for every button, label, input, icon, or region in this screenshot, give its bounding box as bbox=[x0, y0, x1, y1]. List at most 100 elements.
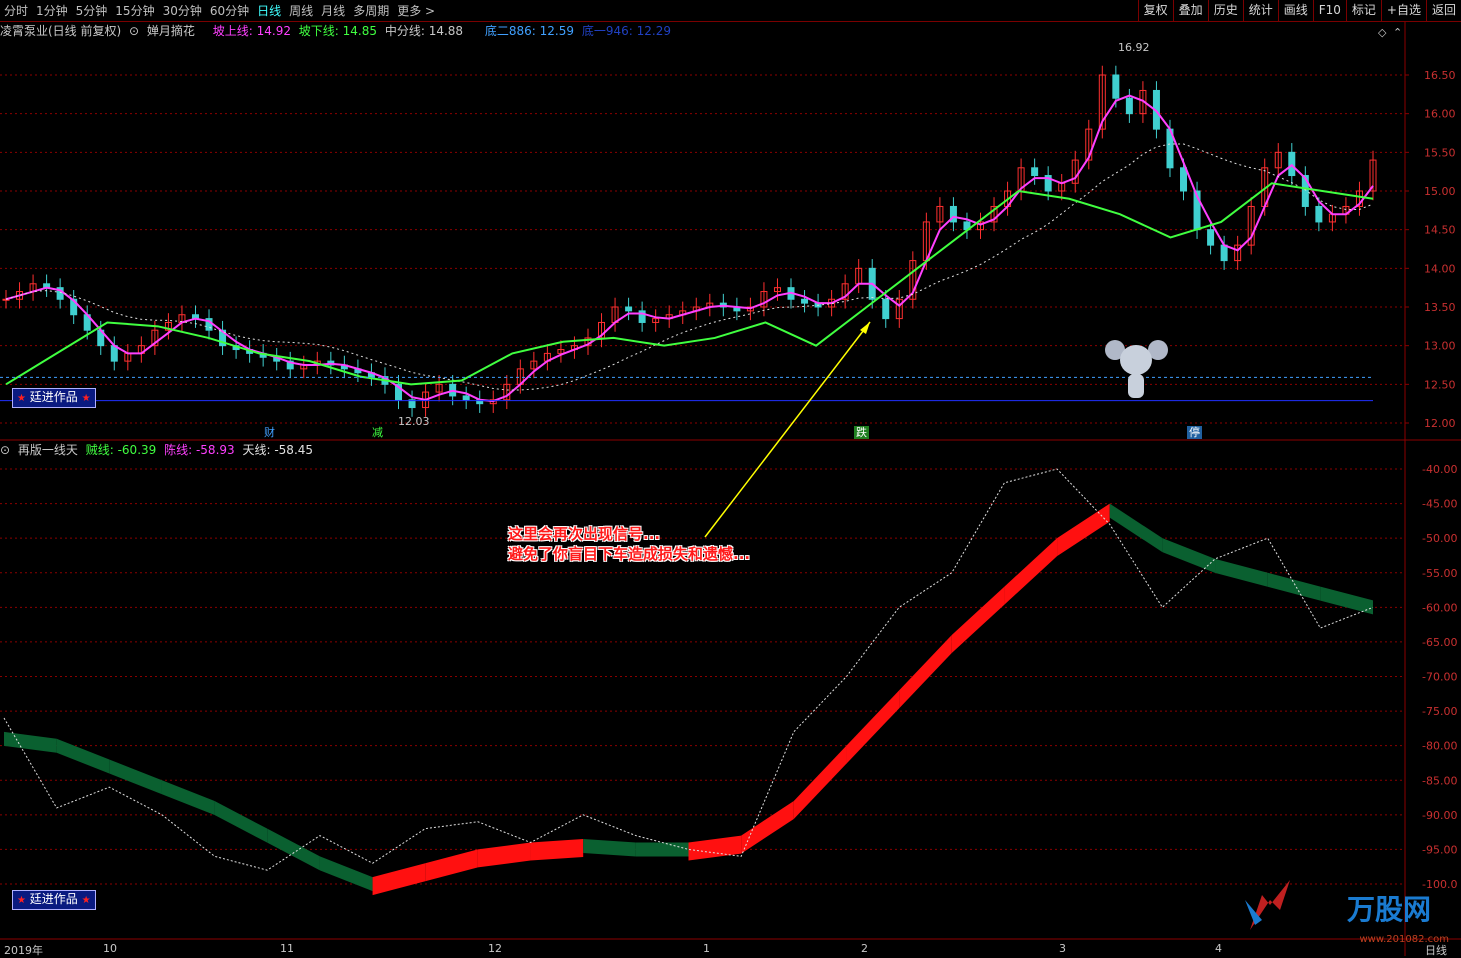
author-badge-main: ★ 廷进作品 ★ bbox=[12, 388, 96, 408]
period-tab[interactable]: 周线 bbox=[285, 0, 317, 22]
sub-line1-value: 贼线: -60.39 bbox=[85, 443, 157, 457]
candle-body bbox=[1288, 151, 1296, 177]
period-tab[interactable]: 多周期 bbox=[349, 0, 393, 22]
toolbar-buttons: 复权 叠加 历史 统计 画线 F10 标记 +自选 返回 bbox=[1137, 0, 1461, 22]
toolbar-button[interactable]: F10 bbox=[1312, 0, 1346, 22]
sub-tick-label: -50.00 bbox=[1422, 532, 1457, 545]
sub-band-segment bbox=[846, 690, 900, 764]
candle-body bbox=[1112, 74, 1120, 99]
annotation-line-1: 这里会再次出现信号... bbox=[508, 525, 661, 543]
period-tab[interactable]: 60分钟 bbox=[206, 0, 253, 22]
d2-value: 底二886: 12.59 bbox=[484, 24, 575, 38]
event-marker[interactable]: 财 bbox=[262, 426, 277, 439]
star-icon: ★ bbox=[81, 895, 91, 906]
date-label: 3 bbox=[1059, 942, 1066, 955]
sub-band-segment bbox=[56, 738, 110, 774]
sub-band-segment bbox=[1320, 586, 1373, 615]
toolbar: 分时 1分钟 5分钟 15分钟 30分钟 60分钟 日线 周线 月线 多周期 更多 > 复权 叠加 历史… bbox=[0, 0, 1461, 22]
period-tab[interactable]: 30分钟 bbox=[159, 0, 206, 22]
star-icon: ★ bbox=[17, 393, 26, 404]
chart-canvas[interactable]: 16.50 16.00 15.50 15.00 14.50 14.00 13.50 13.00… bbox=[0, 0, 1461, 956]
period-tab[interactable]: 1分钟 bbox=[32, 0, 72, 22]
price-tick-label: 16.50 bbox=[1424, 69, 1456, 82]
period-tab[interactable]: 分时 bbox=[0, 0, 32, 22]
down-line-value: 坡下线: 14.85 bbox=[298, 24, 378, 38]
candle-body bbox=[1220, 244, 1228, 262]
green-wave-line bbox=[5, 182, 1374, 386]
watermark-url: www.201082.com bbox=[1359, 934, 1449, 945]
price-tick-label: 14.50 bbox=[1424, 224, 1456, 237]
toolbar-button[interactable]: 叠加 bbox=[1172, 0, 1208, 22]
sub-line2-value: 陈线: -58.93 bbox=[164, 443, 235, 457]
event-marker[interactable]: 跌 bbox=[854, 426, 869, 439]
toolbar-button[interactable]: 复权 bbox=[1137, 0, 1173, 22]
sub-band-segment bbox=[530, 839, 584, 861]
main-indicator-bar: 凌霄泵业(日线 前复权) ⊙ 婵月摘花 坡上线: 14.92 坡下线: 14.8… bbox=[0, 23, 1405, 39]
period-tab[interactable]: 5分钟 bbox=[72, 0, 112, 22]
sub-band-segment bbox=[477, 842, 531, 868]
sub-band-segment bbox=[635, 842, 689, 857]
up-line-value: 坡上线: 14.92 bbox=[212, 24, 291, 38]
date-label: 1 bbox=[703, 942, 710, 955]
annotation-line-2: 避免了你盲目下车造成损失和遗憾... bbox=[508, 545, 751, 563]
indicator-name[interactable]: 婵月摘花 bbox=[147, 24, 195, 38]
sub-tick-label: -95.00 bbox=[1422, 843, 1457, 856]
sub-band-segment bbox=[951, 586, 1005, 653]
mid-dotted-line bbox=[5, 143, 1374, 391]
toolbar-button[interactable]: 历史 bbox=[1207, 0, 1243, 22]
candle-body bbox=[1031, 167, 1039, 177]
candle-body bbox=[1125, 97, 1133, 115]
event-marker[interactable]: 减 bbox=[370, 426, 385, 439]
sub-tick-label: -55.00 bbox=[1422, 567, 1457, 580]
toolbar-button[interactable]: 统计 bbox=[1242, 0, 1278, 22]
period-tab[interactable]: 日线 bbox=[253, 0, 285, 22]
sub-tick-label: -45.00 bbox=[1422, 498, 1457, 511]
period-tabs: 分时 1分钟 5分钟 15分钟 30分钟 60分钟 日线 周线 月线 多周期 更多 > bbox=[0, 0, 439, 22]
price-tick-label: 16.00 bbox=[1424, 108, 1456, 121]
sub-tick-label: -65.00 bbox=[1422, 636, 1457, 649]
sub-band-segment bbox=[319, 856, 373, 892]
period-tab[interactable]: 更多 > bbox=[393, 0, 439, 22]
sub-tick-label: -40.00 bbox=[1422, 463, 1457, 476]
author-badge-sub: ★ 廷进作品 ★ bbox=[12, 890, 96, 910]
candle-body bbox=[1315, 205, 1323, 223]
sub-toggle-icon[interactable]: ⊙ bbox=[0, 443, 10, 457]
sub-band-segment bbox=[1215, 558, 1268, 587]
period-tab[interactable]: 15分钟 bbox=[111, 0, 158, 22]
star-icon: ★ bbox=[17, 895, 26, 906]
price-tick-label: 12.50 bbox=[1424, 378, 1456, 391]
mascot-head-icon bbox=[1120, 345, 1152, 375]
sub-tick-label: -70.00 bbox=[1422, 671, 1457, 684]
stock-title[interactable]: 凌霄泵业(日线 前复权) bbox=[0, 24, 121, 38]
sub-band-segment bbox=[425, 849, 478, 882]
sub-tick-label: -85.00 bbox=[1422, 774, 1457, 787]
date-label: 10 bbox=[103, 942, 117, 955]
toolbar-button[interactable]: 标记 bbox=[1345, 0, 1381, 22]
sub-band-segment bbox=[161, 780, 215, 815]
sub-band-segment bbox=[1004, 538, 1058, 605]
sub-line3-value: 天线: -58.45 bbox=[242, 443, 314, 457]
candle-body bbox=[1207, 229, 1215, 246]
sub-band-segment bbox=[899, 635, 952, 709]
author-badge-label: 廷进作品 bbox=[29, 390, 78, 404]
sub-band-segment bbox=[583, 839, 636, 857]
price-tick-label: 15.50 bbox=[1424, 146, 1456, 159]
toolbar-button[interactable]: 画线 bbox=[1277, 0, 1313, 22]
period-tab[interactable]: 月线 bbox=[317, 0, 349, 22]
toolbar-button[interactable]: +自选 bbox=[1380, 0, 1426, 22]
sub-indicator-name[interactable]: 再版一线天 bbox=[18, 443, 78, 457]
sub-band-segment bbox=[1162, 538, 1216, 573]
event-marker[interactable]: 停 bbox=[1187, 426, 1202, 439]
sub-band-segment bbox=[1267, 572, 1321, 601]
candle-body bbox=[801, 298, 809, 304]
annotation-text: 这里会再次出现信号... 避免了你盲目下车造成损失和遗憾... bbox=[508, 524, 750, 564]
toolbar-button[interactable]: 返回 bbox=[1425, 0, 1461, 22]
indicator-toggle-icon[interactable]: ⊙ bbox=[129, 24, 139, 38]
sub-band-segment bbox=[109, 759, 162, 795]
sub-tick-label: -60.00 bbox=[1422, 601, 1457, 614]
sub-band-segment bbox=[372, 863, 426, 896]
sub-band-segment bbox=[793, 745, 847, 819]
star-icon: ★ bbox=[81, 393, 91, 404]
sub-band-segment bbox=[741, 801, 794, 854]
author-badge-label: 廷进作品 bbox=[29, 892, 78, 906]
